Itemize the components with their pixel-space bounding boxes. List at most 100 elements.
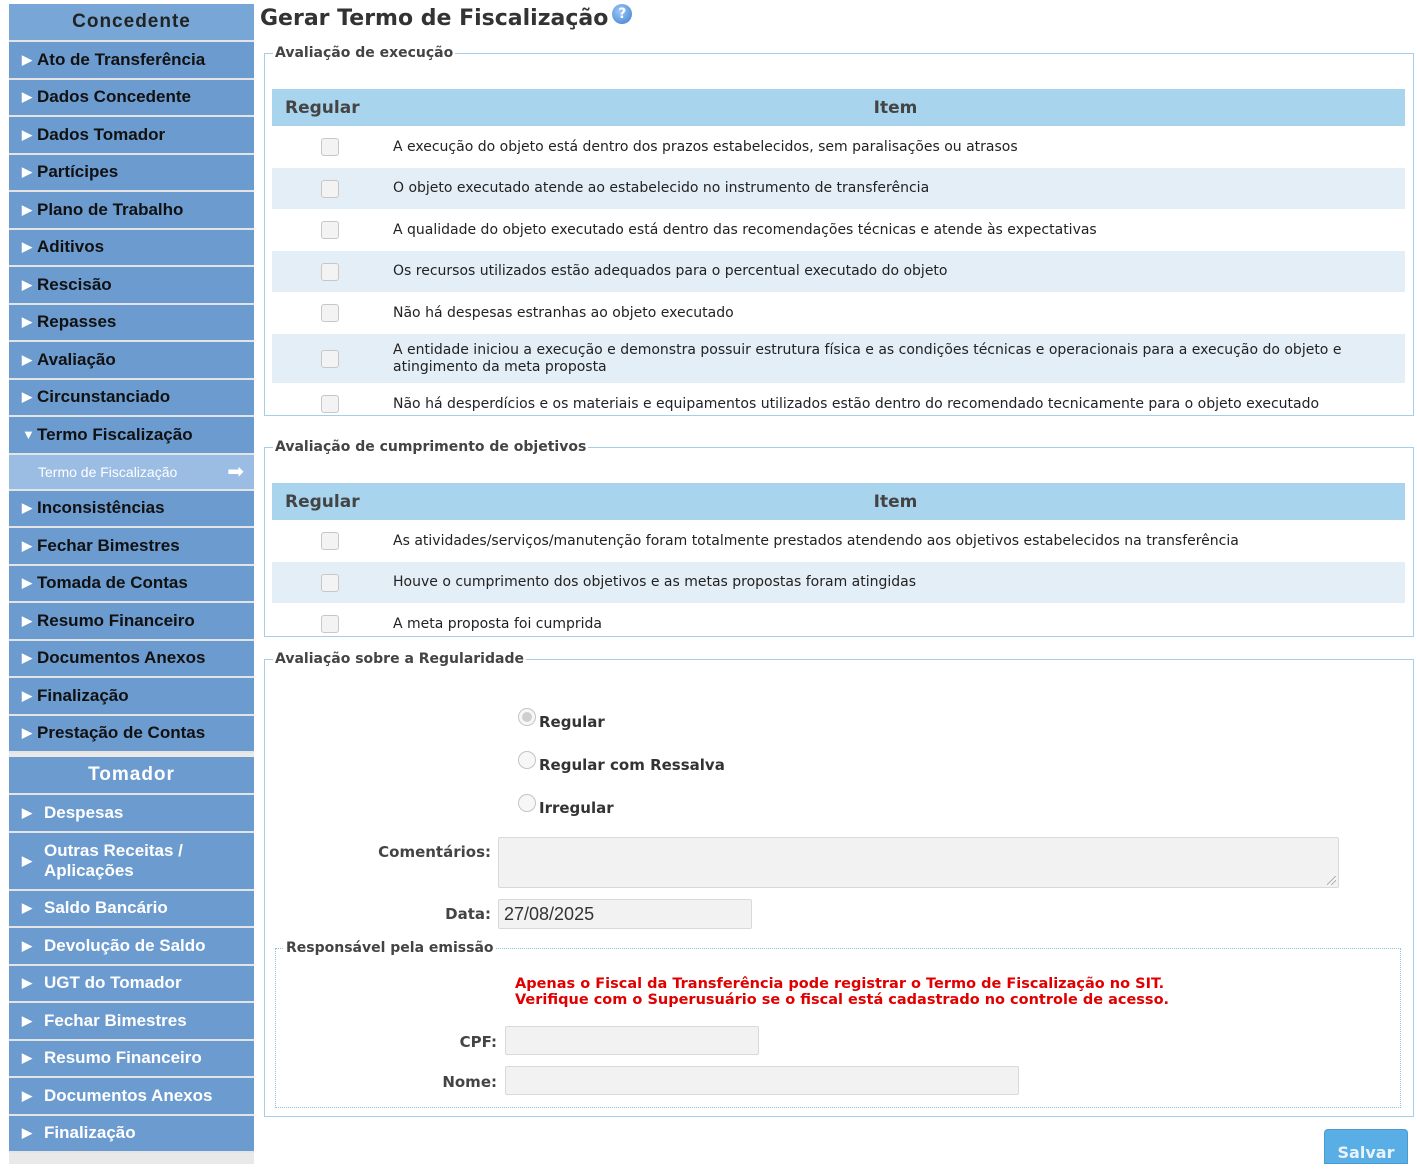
column-header-item: Item <box>386 483 1405 520</box>
sidebar-item-ato-transferencia[interactable]: ▶ Ato de Transferência <box>9 42 254 80</box>
table-row: A qualidade do objeto executado está den… <box>272 209 1405 251</box>
table-row: Os recursos utilizados estão adequados p… <box>272 251 1405 292</box>
sidebar-item-participes[interactable]: ▶ Partícipes <box>9 154 254 192</box>
triangle-right-icon: ▶ <box>22 687 32 703</box>
sidebar-item-resumo-financeiro[interactable]: ▶ Resumo Financeiro <box>9 603 254 641</box>
sidebar-item-tomador-finalizacao[interactable]: ▶ Finalização <box>9 1115 254 1153</box>
regular-checkbox[interactable] <box>321 179 339 198</box>
radio-option-regular[interactable]: Regular <box>518 708 605 731</box>
sidebar-section-concedente: Concedente <box>9 4 254 42</box>
comentarios-textarea[interactable] <box>498 837 1339 888</box>
sidebar: Concedente ▶ Ato de Transferência ▶ Dados … <box>9 4 254 1164</box>
sidebar-item-ugt-tomador[interactable]: ▶ UGT do Tomador <box>9 965 254 1003</box>
sidebar-item-termo-fiscalizacao[interactable]: ▼ Termo Fiscalização <box>9 417 254 455</box>
table-row: A execução do objeto está dentro dos pra… <box>272 126 1405 168</box>
sidebar-item-devolucao-saldo[interactable]: ▶ Devolução de Saldo <box>9 928 254 966</box>
item-text: Não há desperdícios e os materiais e equ… <box>393 395 1320 412</box>
cpf-label: CPF: <box>459 1033 497 1051</box>
triangle-right-icon: ▶ <box>22 612 32 628</box>
table-row: A meta proposta foi cumprida <box>272 603 1405 645</box>
regular-checkbox[interactable] <box>321 573 339 592</box>
triangle-right-icon: ▶ <box>22 164 32 180</box>
triangle-right-icon: ▶ <box>22 937 32 953</box>
help-icon[interactable]: ? <box>612 4 633 24</box>
nome-input[interactable] <box>505 1066 1019 1095</box>
sidebar-item-documentos-anexos[interactable]: ▶ Documentos Anexos <box>9 640 254 678</box>
radio-option-irregular[interactable]: Irregular <box>518 794 614 817</box>
sidebar-item-repasses[interactable]: ▶ Repasses <box>9 304 254 342</box>
regular-checkbox[interactable] <box>321 349 339 368</box>
radio-button[interactable] <box>518 794 536 812</box>
sidebar-item-dados-tomador[interactable]: ▶ Dados Tomador <box>9 117 254 155</box>
item-text: A meta proposta foi cumprida <box>393 615 603 632</box>
regular-checkbox[interactable] <box>321 532 339 550</box>
triangle-right-icon: ▶ <box>22 1012 32 1028</box>
radio-button[interactable] <box>518 751 536 769</box>
data-label: Data: <box>445 905 491 923</box>
triangle-right-icon: ▶ <box>22 900 32 916</box>
sidebar-item-rescisao[interactable]: ▶ Rescisão <box>9 267 254 305</box>
objetivos-fieldset: Avaliação de cumprimento de objetivos Re… <box>264 439 1414 637</box>
triangle-right-icon: ▶ <box>22 89 32 105</box>
sidebar-item-tomador-resumo-financeiro[interactable]: ▶ Resumo Financeiro <box>9 1040 254 1078</box>
data-input[interactable]: 27/08/2025 <box>498 899 752 929</box>
table-row: Houve o cumprimento dos objetivos e as m… <box>272 562 1405 603</box>
cpf-input[interactable] <box>505 1026 759 1055</box>
responsavel-fieldset: Responsável pela emissão Apenas o Fiscal… <box>275 940 1401 1108</box>
sidebar-item-tomador-fechar-bimestres[interactable]: ▶ Fechar Bimestres <box>9 1003 254 1041</box>
column-header-regular: Regular <box>272 89 386 126</box>
triangle-right-icon: ▶ <box>22 314 32 330</box>
sidebar-item-prestacao-contas[interactable]: ▶ Prestação de Contas <box>9 715 254 753</box>
regular-checkbox[interactable] <box>321 262 339 281</box>
triangle-right-icon: ▶ <box>22 537 32 553</box>
radio-button-selected[interactable] <box>518 708 536 726</box>
objetivos-legend: Avaliação de cumprimento de objetivos <box>275 439 587 455</box>
regular-checkbox[interactable] <box>321 395 339 413</box>
execucao-table: Regular Item A execução do objeto está d… <box>272 89 1405 425</box>
item-text: Não há despesas estranhas ao objeto exec… <box>393 304 734 321</box>
table-row: O objeto executado atende ao estabelecid… <box>272 168 1405 209</box>
sidebar-item-avaliacao[interactable]: ▶ Avaliação <box>9 342 254 380</box>
triangle-right-icon: ▶ <box>22 650 32 666</box>
triangle-right-icon: ▶ <box>22 725 32 741</box>
triangle-right-icon: ▶ <box>22 1050 32 1066</box>
sidebar-item-outras-receitas[interactable]: ▶ Outras Receitas / Aplicações <box>9 832 254 891</box>
column-header-item: Item <box>386 89 1405 126</box>
sidebar-item-circunstanciado[interactable]: ▶ Circunstanciado <box>9 379 254 417</box>
item-text: Os recursos utilizados estão adequados p… <box>386 251 1405 292</box>
sidebar-item-tomada-contas[interactable]: ▶ Tomada de Contas <box>9 565 254 603</box>
nome-label: Nome: <box>442 1073 497 1091</box>
table-header-row: Regular Item <box>272 89 1405 126</box>
sidebar-subitem-termo-fiscalizacao[interactable]: Termo de Fiscalização ➡ <box>9 454 254 491</box>
resize-grip-icon[interactable] <box>1327 876 1336 885</box>
sidebar-item-despesas[interactable]: ▶ Despesas <box>9 795 254 833</box>
table-row: Não há despesas estranhas ao objeto exec… <box>272 292 1405 334</box>
sidebar-item-inconsistencias[interactable]: ▶ Inconsistências <box>9 490 254 528</box>
table-header-row: Regular Item <box>272 483 1405 520</box>
item-text: A entidade iniciou a execução e demonstr… <box>386 334 1405 383</box>
item-text: A execução do objeto está dentro dos pra… <box>393 138 1018 155</box>
main-content: Gerar Termo de Fiscalização? Avaliação d… <box>260 0 1417 1164</box>
sidebar-item-tomador-documentos-anexos[interactable]: ▶ Documentos Anexos <box>9 1078 254 1116</box>
item-text: O objeto executado atende ao estabelecid… <box>386 168 1405 209</box>
triangle-right-icon: ▶ <box>22 852 32 868</box>
sidebar-item-dados-concedente[interactable]: ▶ Dados Concedente <box>9 79 254 117</box>
triangle-right-icon: ▶ <box>22 575 32 591</box>
sidebar-item-plano-trabalho[interactable]: ▶ Plano de Trabalho <box>9 192 254 230</box>
triangle-right-icon: ▶ <box>22 1087 32 1103</box>
sidebar-item-aditivos[interactable]: ▶ Aditivos <box>9 229 254 267</box>
objetivos-table: Regular Item As atividades/serviços/manu… <box>272 483 1405 645</box>
regular-checkbox[interactable] <box>321 615 339 633</box>
regular-checkbox[interactable] <box>321 138 339 156</box>
sidebar-item-saldo-bancario[interactable]: ▶ Saldo Bancário <box>9 890 254 928</box>
radio-option-regular-ressalva[interactable]: Regular com Ressalva <box>518 751 725 774</box>
triangle-right-icon: ▶ <box>22 201 32 217</box>
item-text: A qualidade do objeto executado está den… <box>393 221 1097 238</box>
save-button[interactable]: Salvar <box>1324 1129 1408 1164</box>
sidebar-item-finalizacao[interactable]: ▶ Finalização <box>9 678 254 716</box>
regular-checkbox[interactable] <box>321 304 339 322</box>
execucao-legend: Avaliação de execução <box>275 45 454 61</box>
sidebar-item-fechar-bimestres[interactable]: ▶ Fechar Bimestres <box>9 528 254 566</box>
regular-checkbox[interactable] <box>321 221 339 239</box>
triangle-right-icon: ▶ <box>22 389 32 405</box>
